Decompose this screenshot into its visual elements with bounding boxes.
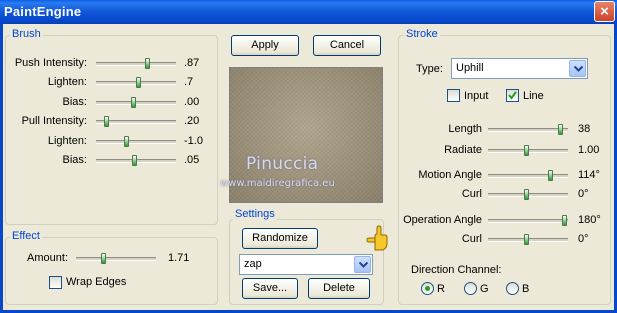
stroke-group-label: Stroke: [404, 28, 440, 40]
slider-thumb[interactable]: [132, 155, 137, 166]
operation-angle-label: Operation Angle: [403, 214, 482, 226]
curl-2-label: Curl: [461, 233, 482, 245]
channel-g-label: G: [480, 283, 489, 295]
close-button[interactable]: ×: [594, 1, 615, 22]
radiate-value: 1.00: [578, 144, 600, 156]
radio-selected-dot: [425, 286, 430, 291]
pointing-hand-icon: [366, 225, 388, 251]
slider-thumb[interactable]: [524, 234, 529, 245]
settings-group-label: Settings: [233, 208, 277, 220]
motion-angle-label: Motion Angle: [418, 169, 482, 181]
pull-intensity-slider[interactable]: [96, 116, 176, 127]
type-select[interactable]: Uphill: [451, 58, 588, 79]
apply-button[interactable]: Apply: [231, 35, 299, 56]
curl-1-label: Curl: [461, 188, 482, 200]
slider-thumb[interactable]: [124, 136, 129, 147]
lighten-2-label: Lighten:: [47, 135, 87, 147]
slider-thumb[interactable]: [524, 145, 529, 156]
slider-thumb[interactable]: [104, 116, 109, 127]
watermark-url: www.maidiregrafica.eu: [220, 178, 335, 189]
bias-2-slider[interactable]: [96, 155, 176, 166]
length-label: Length: [448, 123, 482, 135]
line-checkbox[interactable]: [506, 89, 519, 102]
slider-thumb[interactable]: [524, 189, 529, 200]
radiate-label: Radiate: [444, 144, 482, 156]
channel-b-radio[interactable]: [506, 282, 519, 295]
effect-group-label: Effect: [10, 230, 42, 242]
length-slider[interactable]: [488, 124, 568, 135]
slider-thumb[interactable]: [562, 215, 567, 226]
push-intensity-value: .87: [184, 57, 200, 69]
bias-label: Bias:: [62, 96, 87, 108]
length-value: 38: [578, 123, 591, 135]
slider-thumb[interactable]: [101, 253, 106, 264]
lighten-value: .7: [184, 76, 194, 88]
effect-group: [5, 237, 218, 305]
curl-1-slider[interactable]: [488, 189, 568, 200]
type-label: Type:: [416, 63, 443, 75]
direction-channel-label: Direction Channel:: [411, 264, 502, 276]
operation-angle-value: 180°: [578, 214, 601, 226]
curl-2-slider[interactable]: [488, 234, 568, 245]
preset-select[interactable]: zap: [239, 254, 373, 275]
channel-g-radio[interactable]: [464, 282, 477, 295]
channel-r-label: R: [437, 283, 445, 295]
wrap-edges-label: Wrap Edges: [66, 276, 127, 288]
curl-2-value: 0°: [578, 233, 589, 245]
slider-thumb[interactable]: [145, 58, 150, 69]
lighten-slider[interactable]: [96, 77, 176, 88]
cancel-button[interactable]: Cancel: [313, 35, 381, 56]
channel-b-label: B: [522, 283, 530, 295]
motion-angle-slider[interactable]: [488, 170, 568, 181]
pull-intensity-label: Pull Intensity:: [21, 115, 87, 127]
amount-slider[interactable]: [76, 253, 156, 264]
bias-slider[interactable]: [96, 97, 176, 108]
channel-r-radio[interactable]: [421, 282, 434, 295]
randomize-button[interactable]: Randomize: [242, 228, 318, 249]
slider-thumb[interactable]: [558, 124, 563, 135]
motion-angle-value: 114°: [578, 169, 600, 181]
pull-intensity-value: .20: [184, 115, 200, 127]
close-icon: ×: [600, 3, 609, 20]
slider-thumb[interactable]: [136, 77, 141, 88]
wrap-edges-checkbox[interactable]: [49, 276, 62, 289]
bias-2-label: Bias:: [62, 154, 87, 166]
lighten-2-slider[interactable]: [96, 136, 176, 147]
delete-button[interactable]: Delete: [308, 278, 370, 299]
title-bar: PaintEngine ×: [0, 0, 617, 24]
preset-value: zap: [244, 258, 262, 270]
lighten-label: Lighten:: [47, 76, 87, 88]
slider-thumb[interactable]: [548, 170, 553, 181]
push-intensity-label: Push Intensity:: [14, 57, 87, 69]
curl-1-value: 0°: [578, 188, 589, 200]
checkmark-icon: [508, 91, 517, 100]
window-title: PaintEngine: [4, 4, 82, 19]
push-intensity-slider[interactable]: [96, 58, 176, 69]
amount-value: 1.71: [168, 252, 190, 264]
slider-thumb[interactable]: [131, 97, 136, 108]
input-checkbox[interactable]: [447, 89, 460, 102]
operation-angle-slider[interactable]: [488, 215, 568, 226]
chevron-down-icon[interactable]: [354, 256, 371, 273]
lighten-2-value: -1.0: [184, 135, 203, 147]
chevron-down-icon[interactable]: [569, 60, 586, 77]
brush-group-label: Brush: [10, 28, 43, 40]
bias-value: .00: [184, 96, 200, 108]
watermark-name: Pinuccia: [246, 154, 319, 174]
input-label: Input: [464, 90, 489, 102]
line-label: Line: [523, 90, 544, 102]
amount-label: Amount:: [27, 252, 68, 264]
radiate-slider[interactable]: [488, 145, 568, 156]
save-button[interactable]: Save...: [242, 278, 298, 299]
bias-2-value: .05: [184, 154, 200, 166]
type-value: Uphill: [456, 62, 484, 74]
